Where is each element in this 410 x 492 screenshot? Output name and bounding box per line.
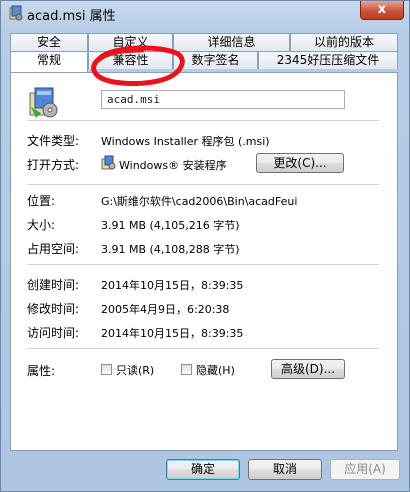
- accessed-value: 2014年10月15日，8:39:35: [101, 327, 244, 340]
- tab-customize[interactable]: 自定义: [88, 33, 173, 51]
- tab-digital-signatures[interactable]: 数字签名: [173, 51, 258, 69]
- installer-icon: [101, 155, 116, 170]
- tab-security[interactable]: 安全: [10, 33, 88, 51]
- advanced-button[interactable]: 高级(D)...: [271, 359, 345, 379]
- msi-file-icon: [29, 87, 58, 118]
- separator: [27, 264, 379, 265]
- opens-with-value: Windows® 安装程序: [119, 159, 227, 172]
- tab-previous-versions[interactable]: 以前的版本: [290, 33, 398, 51]
- size-label: 大小:: [27, 218, 56, 232]
- installer-package-icon: [9, 5, 23, 21]
- location-value: G:\斯维尔软件\cad2006\Bin\acadFeui: [101, 195, 298, 208]
- ok-button[interactable]: 确定: [166, 459, 240, 480]
- tab-2345-archive[interactable]: 2345好压压缩文件: [258, 51, 398, 69]
- size-on-disk-label: 占用空间:: [27, 242, 80, 256]
- tab-compatibility[interactable]: 兼容性: [88, 51, 173, 69]
- attributes-label: 属性:: [27, 364, 56, 378]
- apply-button[interactable]: 应用(A): [330, 459, 400, 480]
- properties-window: acad.msi 属性 x 安全 自定义 详细信息 以前的版本 常规 兼容性 数…: [0, 0, 410, 492]
- title-bar[interactable]: acad.msi 属性 x: [1, 1, 409, 27]
- close-icon: x: [377, 2, 387, 17]
- separator: [27, 348, 379, 349]
- tab-details[interactable]: 详细信息: [173, 33, 290, 51]
- tab-strip: 安全 自定义 详细信息 以前的版本 常规 兼容性 数字签名 2345好压压缩文件: [10, 33, 398, 73]
- modified-value: 2005年4月9日，6:20:38: [101, 303, 230, 316]
- window-title: acad.msi 属性: [27, 9, 116, 24]
- tab-general[interactable]: 常规: [10, 51, 88, 72]
- created-label: 创建时间:: [27, 278, 80, 292]
- modified-label: 修改时间:: [27, 302, 80, 316]
- file-type-label: 文件类型:: [27, 134, 80, 148]
- hidden-label[interactable]: 隐藏(H): [196, 362, 235, 378]
- opens-with-label: 打开方式:: [27, 158, 80, 172]
- general-tab-panel: acad.msi 文件类型: Windows Installer 程序包 (.m…: [10, 72, 398, 451]
- change-button[interactable]: 更改(C)...: [256, 153, 344, 173]
- separator: [27, 120, 379, 121]
- file-type-value: Windows Installer 程序包 (.msi): [101, 135, 270, 148]
- file-name-field[interactable]: acad.msi: [101, 90, 345, 109]
- readonly-checkbox[interactable]: [101, 364, 112, 375]
- location-label: 位置:: [27, 194, 56, 208]
- cancel-button[interactable]: 取消: [248, 459, 322, 480]
- size-value: 3.91 MB (4,105,216 字节): [101, 219, 240, 232]
- separator: [27, 184, 379, 185]
- accessed-label: 访问时间:: [27, 326, 80, 340]
- hidden-checkbox[interactable]: [181, 364, 192, 375]
- created-value: 2014年10月15日，8:39:35: [101, 279, 244, 292]
- readonly-label[interactable]: 只读(R): [116, 362, 154, 378]
- size-on-disk-value: 3.91 MB (4,108,288 字节): [101, 243, 240, 256]
- close-button[interactable]: x: [360, 1, 404, 20]
